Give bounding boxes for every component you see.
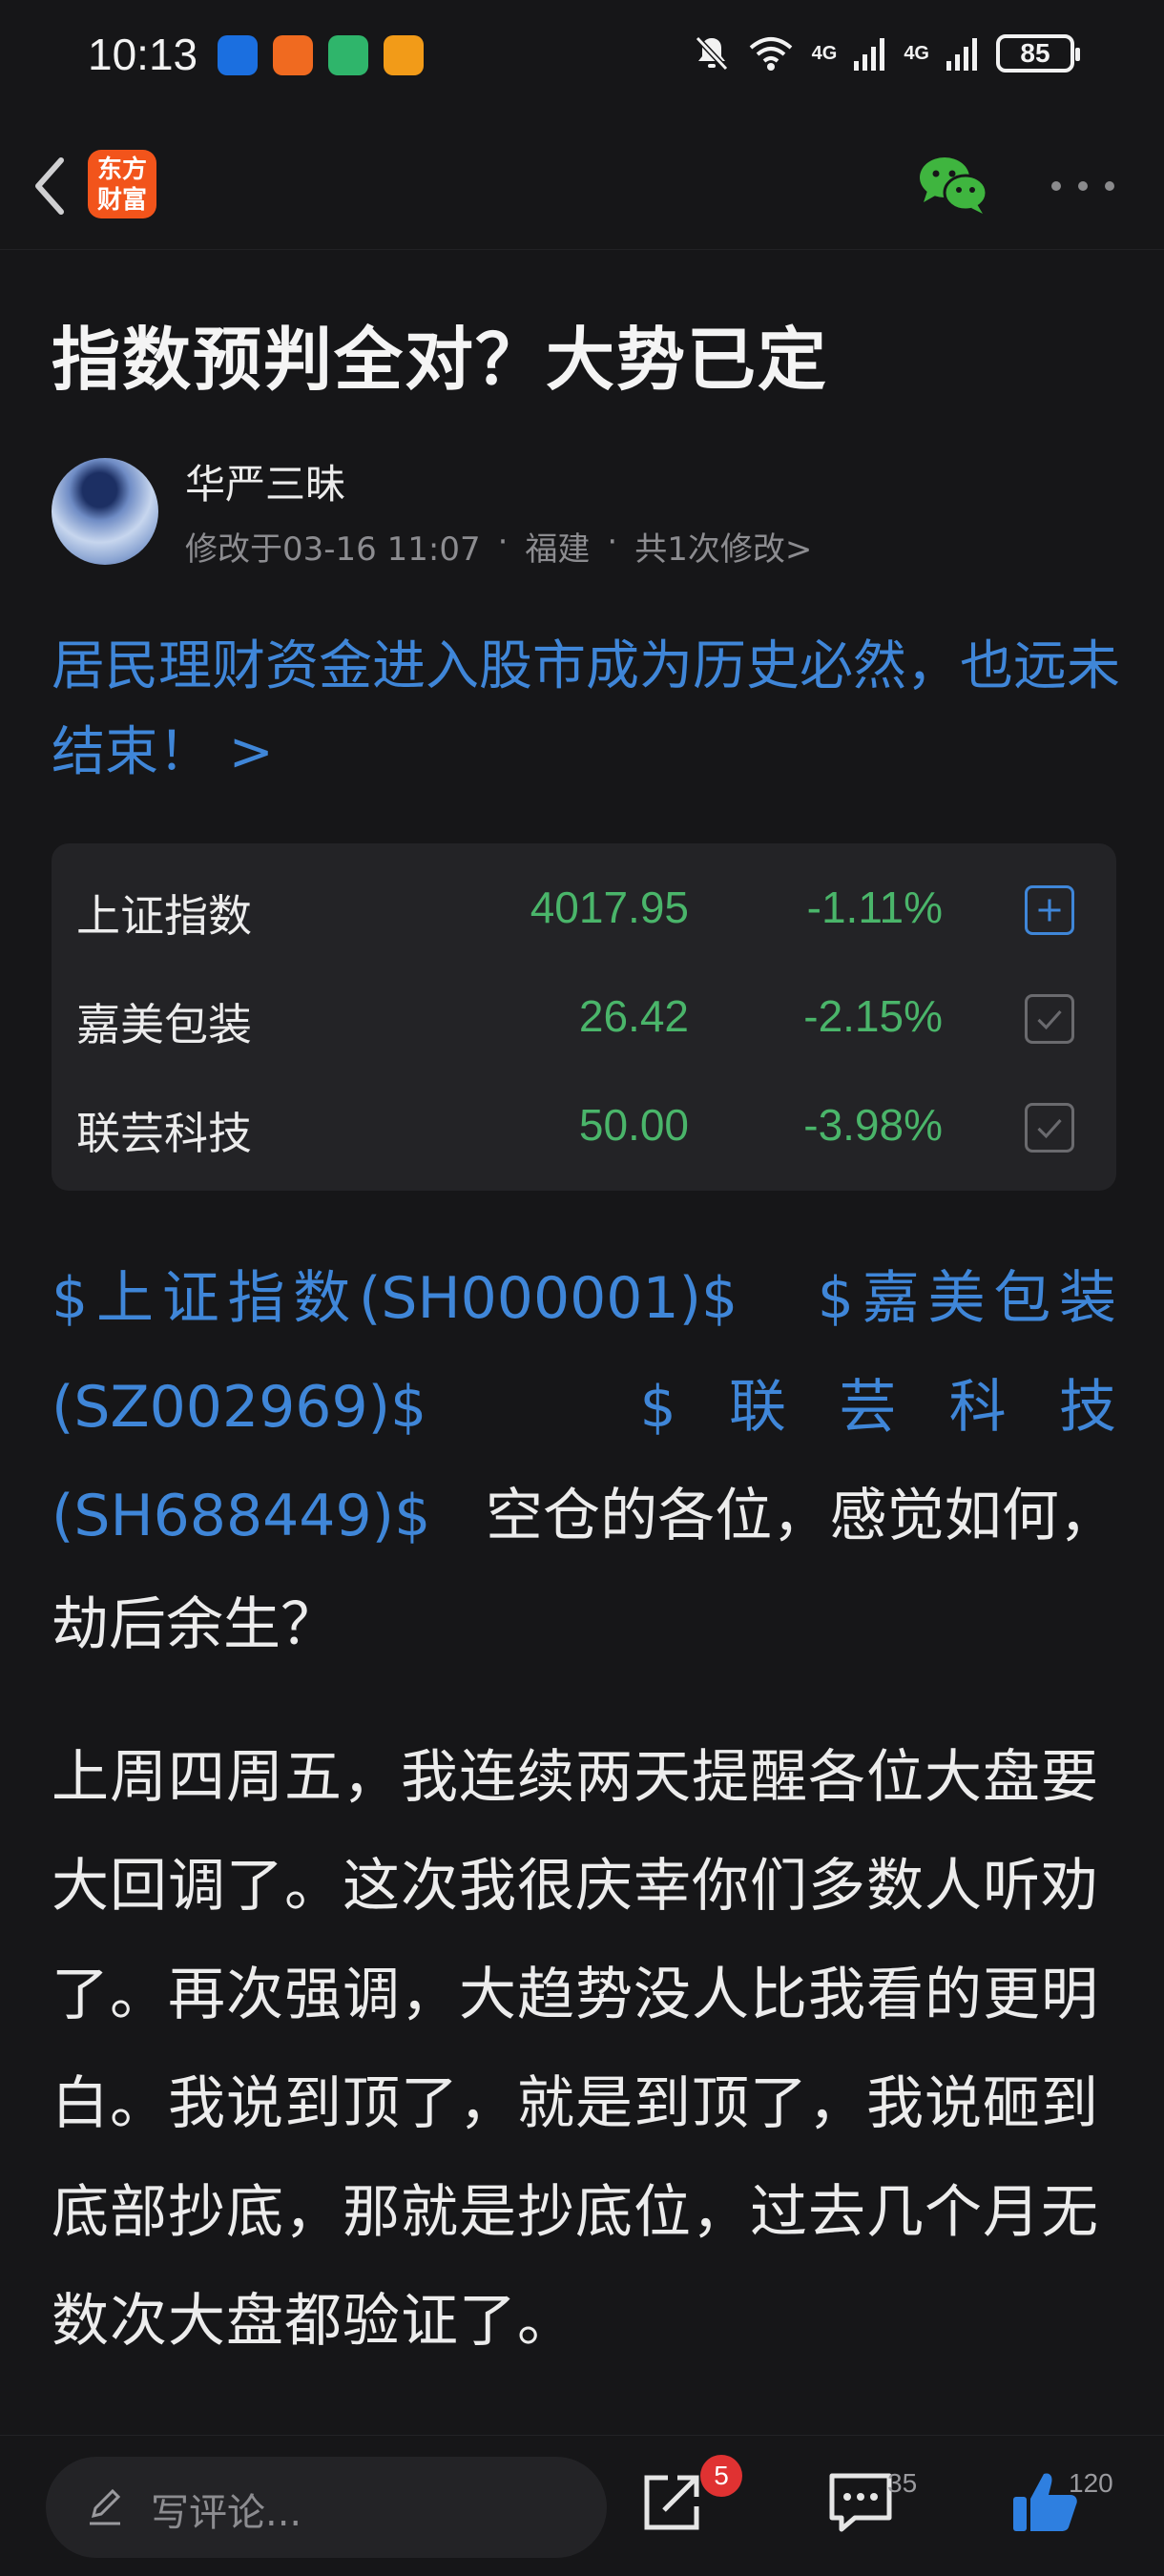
signal-icon	[854, 38, 885, 71]
article-paragraph: $上证指数(SH000001)$ $嘉美包装(SZ002969)$ $联芸科技(…	[52, 1244, 1116, 1679]
stock-price: 50.00	[578, 1100, 689, 1150]
like-count: 120	[1069, 2468, 1113, 2498]
status-time: 10:13	[88, 30, 198, 79]
comment-input[interactable]: 写评论...	[46, 2457, 607, 2558]
app-logo[interactable]: 东方 财富	[88, 150, 156, 218]
edit-history-link[interactable]: 共1次修改>	[634, 523, 812, 570]
stock-row[interactable]: 嘉美包装 26.42 -2.15%	[52, 962, 1116, 1070]
stock-row[interactable]: 联芸科技 50.00 -3.98%	[52, 1070, 1116, 1179]
stock-price: 4017.95	[530, 883, 689, 932]
share-count-badge: 5	[700, 2455, 742, 2497]
add-watchlist-icon[interactable]	[1025, 885, 1074, 935]
wechat-icon[interactable]	[918, 155, 988, 216]
battery-level: 85	[1020, 38, 1050, 68]
author-name[interactable]: 华严三昧	[185, 452, 345, 510]
logo-text-line1: 东方	[96, 156, 147, 184]
stock-name: 上证指数	[76, 890, 252, 942]
in-watchlist-check-icon[interactable]	[1025, 994, 1074, 1044]
app-notification-icon	[273, 35, 313, 75]
network-type-1: 4G	[811, 42, 838, 64]
bottom-action-bar: 写评论... 5 35 120	[0, 2435, 1164, 2576]
app-notification-icon	[384, 35, 424, 75]
author-avatar[interactable]	[52, 458, 158, 565]
logo-text-line2: 财富	[96, 186, 147, 215]
mute-icon	[695, 35, 728, 72]
location: 福建	[525, 530, 591, 569]
stock-name: 联芸科技	[76, 1108, 252, 1159]
comment-count: 35	[887, 2468, 918, 2498]
signal-icon	[946, 38, 977, 71]
stock-name: 嘉美包装	[76, 999, 252, 1050]
more-icon[interactable]	[1051, 172, 1114, 200]
battery-indicator: 85	[996, 34, 1080, 73]
in-watchlist-check-icon[interactable]	[1025, 1103, 1074, 1153]
modified-time: 修改于03-16 11:07	[185, 530, 481, 569]
article-paragraph: 上周四周五，我连续两天提醒各位大盘要大回调了。这次我很庆幸你们多数人听劝了。再次…	[52, 1744, 1099, 2355]
meta-separator: ·	[607, 523, 618, 561]
article-title: 指数预判全对？大势已定	[52, 320, 829, 400]
stock-change: -3.98%	[803, 1100, 943, 1150]
stock-row[interactable]: 上证指数 4017.95 -1.11%	[52, 853, 1116, 962]
stock-change: -2.15%	[803, 991, 943, 1041]
nav-bar: 东方 财富	[0, 114, 1164, 250]
stock-price: 26.42	[578, 991, 689, 1041]
pen-icon	[90, 2488, 121, 2525]
wifi-icon	[749, 37, 792, 71]
back-icon[interactable]	[27, 153, 74, 219]
related-stocks-card: 上证指数 4017.95 -1.11% 嘉美包装 26.42 -2.15% 联芸…	[52, 843, 1116, 1191]
comment-placeholder: 写评论...	[151, 2491, 302, 2535]
network-type-2: 4G	[904, 42, 929, 64]
status-bar: 10:13 4G 4G 85	[0, 0, 1164, 114]
app-notification-icon	[328, 35, 368, 75]
topic-link[interactable]: 居民理财资金进入股市成为历史必然，也远未结束！ >	[52, 624, 1120, 796]
meta-separator: ·	[497, 523, 509, 561]
article-meta: 修改于03-16 11:07 · 福建 · 共1次修改>	[185, 523, 812, 570]
stock-change: -1.11%	[806, 883, 943, 932]
stock-tag-link[interactable]: $上证指数(SH000001)$	[52, 1265, 738, 1332]
app-notification-icon	[218, 35, 258, 75]
